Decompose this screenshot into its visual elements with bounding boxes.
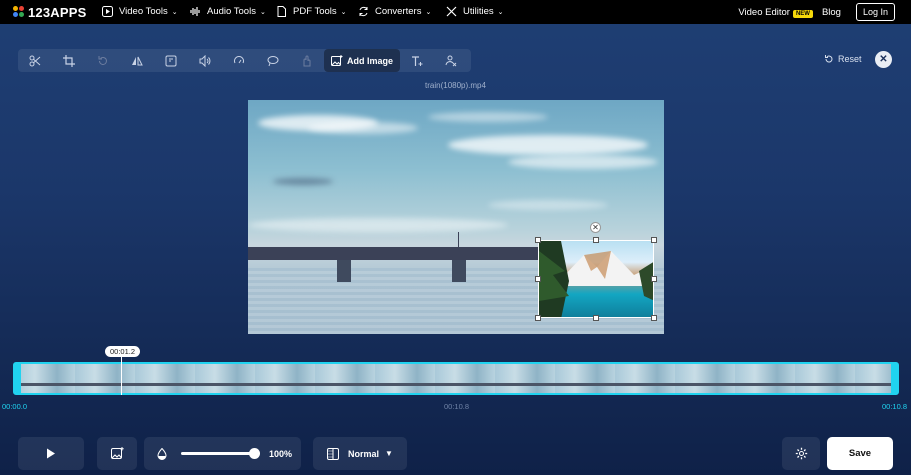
- opacity-slider[interactable]: [181, 448, 260, 459]
- resize-handle-s[interactable]: [593, 315, 599, 321]
- crop-tool[interactable]: [52, 49, 86, 72]
- loop-tool[interactable]: [256, 49, 290, 72]
- add-image-icon: [330, 54, 343, 66]
- login-button[interactable]: Log In: [855, 3, 895, 21]
- rotate-tool[interactable]: [86, 49, 120, 72]
- blend-mode-icon: [327, 447, 340, 460]
- caret-down-icon: ▼: [385, 449, 393, 458]
- current-time-bubble: 00:01.2: [105, 346, 141, 357]
- video-editor-link[interactable]: Video Editor NEW: [738, 7, 813, 18]
- speed-icon: [234, 55, 244, 63]
- volume-icon: [199, 54, 211, 67]
- replace-image-button[interactable]: [97, 437, 137, 470]
- logo-mark: [13, 6, 25, 18]
- add-text-tool[interactable]: [400, 49, 434, 72]
- reset-label: Reset: [838, 54, 862, 64]
- close-icon: ✕: [592, 223, 599, 232]
- frame-icon: [165, 55, 177, 66]
- stabilize-icon: [303, 55, 311, 66]
- video-filename: train(1080p).mp4: [425, 81, 486, 90]
- reset-icon: [825, 55, 833, 63]
- playhead[interactable]: [121, 357, 122, 395]
- chevron-down-icon: ⌄: [259, 8, 266, 16]
- add-text-icon: [412, 55, 423, 66]
- resize-handle-sw[interactable]: [535, 315, 541, 321]
- trim-handle-start[interactable]: [15, 364, 21, 393]
- nav-pdf-tools-label: PDF Tools: [293, 6, 337, 17]
- nav-video-tools-label: Video Tools: [119, 6, 168, 17]
- editor-toolbar: Add Image: [18, 49, 471, 72]
- add-image-tool[interactable]: Add Image: [324, 49, 400, 72]
- nav-audio-tools[interactable]: Audio Tools ⌄: [190, 6, 266, 17]
- resize-handle-w[interactable]: [535, 276, 541, 282]
- crop-icon: [63, 54, 75, 67]
- resize-handle-nw[interactable]: [535, 237, 541, 243]
- tools-icon: [446, 6, 457, 17]
- remove-overlay-button[interactable]: ✕: [590, 222, 601, 233]
- frame-tool[interactable]: [154, 49, 188, 72]
- right-nav: Video Editor NEW Blog Log In: [738, 0, 895, 24]
- play-button[interactable]: [18, 437, 84, 470]
- opacity-drop-icon: [157, 447, 167, 460]
- add-image-label: Add Image: [346, 55, 393, 66]
- chevron-down-icon: ⌄: [340, 8, 347, 16]
- image-plus-icon: [110, 447, 124, 459]
- opacity-control: 100%: [144, 437, 301, 470]
- blend-mode-value: Normal: [348, 448, 380, 459]
- waveform-icon: [190, 6, 201, 17]
- nav-converters[interactable]: Converters ⌄: [358, 6, 431, 17]
- nav-utilities[interactable]: Utilities ⌄: [446, 6, 504, 17]
- speed-tool[interactable]: [222, 49, 256, 72]
- close-editor-button[interactable]: ✕: [875, 51, 892, 68]
- opacity-value: 100%: [269, 448, 293, 459]
- chevron-down-icon: ⌄: [497, 8, 504, 16]
- flip-tool[interactable]: [120, 49, 154, 72]
- resize-handle-se[interactable]: [651, 315, 657, 321]
- timeline-track[interactable]: [13, 362, 899, 395]
- chevron-down-icon: ⌄: [425, 8, 432, 16]
- mountain-lake-image: [539, 241, 653, 317]
- settings-button[interactable]: [782, 437, 820, 470]
- nav-audio-tools-label: Audio Tools: [207, 6, 256, 17]
- rotate-icon: [98, 55, 107, 65]
- nav-video-tools[interactable]: Video Tools ⌄: [102, 6, 178, 17]
- volume-tool[interactable]: [188, 49, 222, 72]
- reset-button[interactable]: Reset: [824, 54, 862, 64]
- timeline-end-time: 00:10.8: [882, 402, 908, 411]
- resize-handle-ne[interactable]: [651, 237, 657, 243]
- remove-logo-tool[interactable]: [434, 49, 468, 72]
- play-icon: [47, 448, 55, 459]
- nav-utilities-label: Utilities: [463, 6, 494, 17]
- timeline-start-time: 00:00.0: [2, 402, 28, 411]
- close-icon: ✕: [879, 54, 888, 65]
- loop-icon: [267, 55, 279, 66]
- bridge: [248, 247, 548, 260]
- document-icon: [276, 6, 287, 17]
- resize-handle-n[interactable]: [593, 237, 599, 243]
- chevron-down-icon: ⌄: [171, 8, 178, 16]
- nav-converters-label: Converters: [375, 6, 422, 17]
- top-navbar: 123APPS Video Tools ⌄ Audio Tools ⌄ PDF …: [0, 0, 911, 24]
- trim-handle-end[interactable]: [891, 364, 897, 393]
- play-square-icon: [102, 6, 113, 17]
- convert-icon: [358, 6, 369, 17]
- nav-pdf-tools[interactable]: PDF Tools ⌄: [276, 6, 347, 17]
- new-badge: NEW: [792, 9, 813, 18]
- cut-tool[interactable]: [18, 49, 52, 72]
- brand-logo[interactable]: 123APPS: [13, 5, 87, 20]
- stabilize-tool[interactable]: [290, 49, 324, 72]
- timeline-mid-time: 00:10.8: [444, 402, 470, 411]
- opacity-slider-thumb[interactable]: [249, 448, 260, 459]
- blog-link[interactable]: Blog: [822, 7, 841, 18]
- remove-logo-icon: [445, 55, 457, 66]
- resize-handle-e[interactable]: [651, 276, 657, 282]
- overlay-image[interactable]: [538, 240, 654, 318]
- cut-icon: [29, 55, 41, 66]
- save-button[interactable]: Save: [827, 437, 893, 470]
- brand-name: 123APPS: [28, 4, 87, 20]
- blend-mode-select[interactable]: Normal ▼: [313, 437, 407, 470]
- gear-icon: [795, 447, 807, 460]
- flip-icon: [132, 56, 143, 65]
